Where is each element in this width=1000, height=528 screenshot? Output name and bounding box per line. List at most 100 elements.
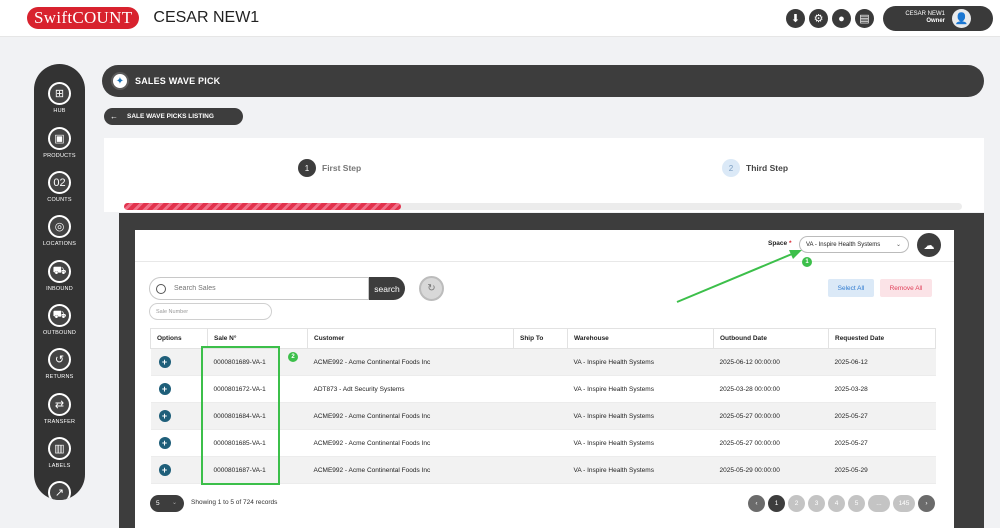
search-button[interactable]: search — [369, 277, 405, 300]
step-progress-fill — [124, 203, 401, 210]
table-header-row: Options Sale N° Customer Ship To Warehou… — [150, 328, 936, 349]
annotation-marker-1: 1 — [802, 257, 812, 267]
cell-outbound: 2025-06-12 00:00:00 — [713, 348, 829, 376]
cell-warehouse: VA - Inspire Health Systems — [567, 429, 714, 457]
cell-warehouse: VA - Inspire Health Systems — [567, 375, 714, 403]
search-input[interactable] — [174, 285, 354, 292]
space-select-value: VA - Inspire Health Systems — [806, 241, 881, 248]
cell-ship-to — [513, 402, 568, 430]
cell-customer: ACME992 - Acme Continental Foods Inc — [307, 402, 514, 430]
products-icon: ▣ — [48, 127, 71, 150]
sidebar-item-label: RETURNS — [45, 374, 74, 380]
cell-requested: 2025-05-27 — [828, 402, 936, 430]
notifications-icon[interactable]: ● — [832, 9, 851, 28]
company-title: CESAR NEW1 — [153, 9, 260, 26]
page-button[interactable]: 4 — [828, 495, 845, 512]
step-number: 2 — [722, 159, 740, 177]
add-row-button[interactable]: + — [158, 437, 171, 449]
cell-outbound: 2025-05-27 00:00:00 — [713, 402, 829, 430]
select-all-button[interactable]: Select All — [828, 279, 874, 297]
column-header: Warehouse — [567, 328, 714, 349]
sidebar-item-label: LABELS — [48, 463, 71, 469]
add-row-button[interactable]: + — [158, 464, 171, 476]
sidebar-item-label: HUB — [53, 108, 66, 114]
cloud-sync-button[interactable]: ☁ — [917, 233, 941, 257]
add-row-button[interactable]: + — [158, 410, 171, 422]
table-body: +0000801689-VA-1 ACME992 - Acme Continent… — [150, 348, 936, 484]
locations-icon: ◎ — [48, 215, 71, 238]
sidebar-item-label: COUNTS — [47, 197, 72, 203]
returns-icon: ↺ — [48, 348, 71, 371]
table-row: +0000801689-VA-1 ACME992 - Acme Continent… — [150, 348, 936, 376]
column-header: Requested Date — [828, 328, 936, 349]
settings-icon[interactable]: ⚙ — [809, 9, 828, 28]
column-header: Outbound Date — [713, 328, 829, 349]
download-icon[interactable]: ⬇ — [786, 9, 805, 28]
table-row: +0000801687-VA-1 ACME992 - Acme Continent… — [150, 456, 936, 484]
space-select[interactable]: VA - Inspire Health Systems ⌄ — [799, 236, 909, 253]
cell-warehouse: VA - Inspire Health Systems — [567, 456, 714, 484]
back-to-listing-button[interactable]: ← SALE WAVE PICKS LISTING — [104, 108, 243, 125]
page-size-value: 5 — [156, 500, 160, 507]
table-row: +0000801685-VA-1 ACME992 - Acme Continent… — [150, 429, 936, 457]
table-row: +0000801684-VA-1 ACME992 - Acme Continent… — [150, 402, 936, 430]
cell-ship-to — [513, 456, 568, 484]
avatar: 👤 — [952, 9, 971, 28]
page-button[interactable]: ... — [868, 495, 890, 512]
cell-outbound: 2025-05-27 00:00:00 — [713, 429, 829, 457]
cell-sale: 0000801687-VA-1 — [207, 456, 308, 484]
counts-icon: 02 — [48, 171, 71, 194]
divider — [135, 261, 954, 262]
sales-wave-icon: ✦ — [111, 72, 129, 90]
prev-page-button[interactable]: ‹ — [748, 495, 765, 512]
cell-customer: ACME992 - Acme Continental Foods Inc — [307, 348, 514, 376]
sidebar-item-outbound[interactable]: ⛟ OUTBOUND — [34, 304, 85, 336]
sidebar-item-labels[interactable]: ▥ LABELS — [34, 437, 85, 469]
top-icon-group: ⬇ ⚙ ● ▤ — [786, 9, 874, 28]
sale-number-filter[interactable]: Sale Number — [149, 303, 272, 320]
page-button[interactable]: 5 — [848, 495, 865, 512]
next-page-button[interactable]: › — [918, 495, 935, 512]
cell-customer: ADT873 - Adt Security Systems — [307, 375, 514, 403]
sidebar-item-transfer[interactable]: ⇄ TRANSFER — [34, 393, 85, 425]
sidebar-item-returns[interactable]: ↺ RETURNS — [34, 348, 85, 380]
sidebar: ⊞ HUB ▣ PRODUCTS 02 COUNTS ◎ LOCATIONS ⛟ INBOUND ⛟… — [34, 64, 85, 500]
page-button[interactable]: 2 — [788, 495, 805, 512]
search-box — [149, 277, 369, 300]
column-header: Customer — [307, 328, 514, 349]
cell-warehouse: VA - Inspire Health Systems — [567, 402, 714, 430]
remove-all-button[interactable]: Remove All — [880, 279, 932, 297]
sidebar-item-inbound[interactable]: ⛟ INBOUND — [34, 260, 85, 292]
sidebar-item-hub[interactable]: ⊞ HUB — [34, 82, 85, 114]
page-button[interactable]: 3 — [808, 495, 825, 512]
records-summary: Showing 1 to 5 of 724 records — [191, 499, 278, 506]
add-row-button[interactable]: + — [158, 356, 171, 368]
page-button[interactable]: 1 — [768, 495, 785, 512]
sidebar-item-counts[interactable]: 02 COUNTS — [34, 171, 85, 203]
chevron-down-icon: ⌄ — [171, 500, 177, 506]
sidebar-item-products[interactable]: ▣ PRODUCTS — [34, 127, 85, 159]
page-button[interactable]: 145 — [893, 495, 915, 512]
required-marker: * — [788, 240, 792, 247]
refresh-button[interactable]: ↻ — [419, 276, 444, 301]
sidebar-item-locations[interactable]: ◎ LOCATIONS — [34, 215, 85, 247]
chevron-down-icon: ⌄ — [895, 242, 901, 248]
search-icon — [156, 283, 166, 294]
app-logo[interactable]: SwiftCOUNT — [27, 7, 140, 29]
page-size-select[interactable]: 5 ⌄ — [150, 495, 184, 512]
add-row-button[interactable]: + — [158, 383, 171, 395]
step-third[interactable]: 2 Third Step — [722, 159, 788, 177]
options-cell: + — [150, 429, 208, 457]
annotation-marker-2: 2 — [288, 352, 298, 362]
step-label: Third Step — [746, 163, 789, 173]
page-header: ✦ SALES WAVE PICK — [102, 65, 984, 97]
sales-table: Options Sale N° Customer Ship To Warehou… — [150, 328, 936, 484]
step-first[interactable]: 1 First Step — [298, 159, 361, 177]
arrow-left-icon: ← — [110, 112, 118, 121]
labels-icon: ▥ — [48, 437, 71, 460]
documents-icon[interactable]: ▤ — [855, 9, 874, 28]
back-button-label: SALE WAVE PICKS LISTING — [127, 113, 214, 120]
user-menu[interactable]: CESAR NEW1 Owner 👤 — [883, 6, 993, 31]
more-icon: ↗ — [48, 481, 71, 500]
sidebar-item-more[interactable]: ↗ — [34, 481, 85, 500]
